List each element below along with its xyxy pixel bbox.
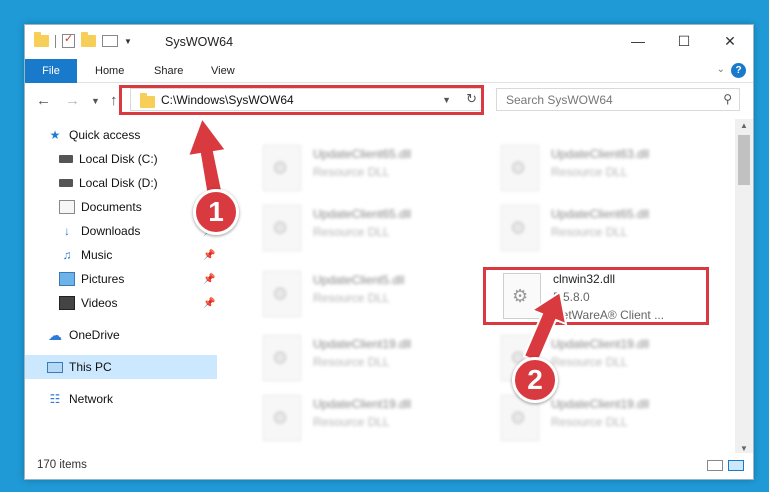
- step-badge-1: 1: [193, 189, 239, 235]
- annotation-arrows: [186, 115, 568, 364]
- arrow-2: [522, 290, 568, 364]
- step-badge-2: 2: [512, 357, 558, 403]
